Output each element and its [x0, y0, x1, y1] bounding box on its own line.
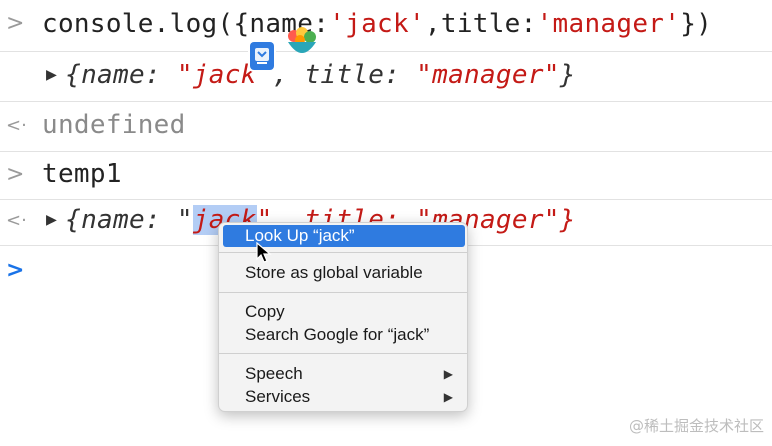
menu-item-services[interactable]: Services ▶ [223, 386, 465, 408]
input-chevron-icon: > [6, 162, 25, 187]
object-open: {name: " [65, 205, 193, 235]
expand-triangle-icon[interactable]: ▶ [46, 209, 57, 230]
return-arrow-icon: <· [6, 115, 27, 136]
object-close: } [559, 60, 576, 90]
command-string-manager: 'manager' [536, 9, 681, 39]
menu-item-speech-label: Speech [245, 364, 303, 383]
watermark: @稀土掘金技术社区 [628, 417, 764, 435]
menu-separator [219, 353, 467, 354]
logged-object[interactable]: ▶ {name: "jack", title: "manager"} [46, 60, 576, 90]
console-input-row-2[interactable]: > temp1 [0, 152, 772, 200]
console-return-row: <· undefined [0, 102, 772, 152]
colorful-bowl-extension-icon[interactable] [282, 24, 322, 64]
menu-item-speech[interactable]: Speech ▶ [223, 363, 465, 385]
menu-item-copy[interactable]: Copy [223, 301, 465, 323]
expand-triangle-icon[interactable]: ▶ [46, 64, 57, 85]
translate-extension-icon[interactable] [250, 42, 274, 70]
object-value-manager: "manager" [416, 60, 560, 90]
input-chevron-icon: > [6, 11, 25, 36]
console-input-row[interactable]: > console.log({name:'jack',title:'manage… [0, 0, 772, 52]
object-open: {name: [65, 60, 177, 90]
menu-item-services-label: Services [245, 387, 311, 406]
menu-separator [219, 292, 467, 293]
submenu-arrow-icon: ▶ [443, 390, 453, 404]
command-suffix: }) [680, 9, 713, 39]
command-mid: ,title: [424, 9, 537, 39]
mouse-pointer-icon [256, 242, 272, 263]
command-string-jack: 'jack' [329, 9, 425, 39]
console-log-output-row[interactable]: ▶ {name: "jack", title: "manager"} [0, 52, 772, 102]
prompt-chevron-icon[interactable]: > [6, 258, 24, 283]
console-command-text[interactable]: temp1 [42, 159, 122, 189]
console-command-text[interactable]: console.log({name:'jack',title:'manager'… [42, 9, 712, 39]
object-mid: , title: [272, 60, 417, 90]
return-arrow-icon: <· [6, 210, 27, 231]
menu-item-search-google[interactable]: Search Google for “jack” [223, 324, 465, 346]
return-value-text: undefined [42, 110, 186, 140]
submenu-arrow-icon: ▶ [443, 367, 453, 381]
menu-item-store-global[interactable]: Store as global variable [223, 262, 465, 284]
